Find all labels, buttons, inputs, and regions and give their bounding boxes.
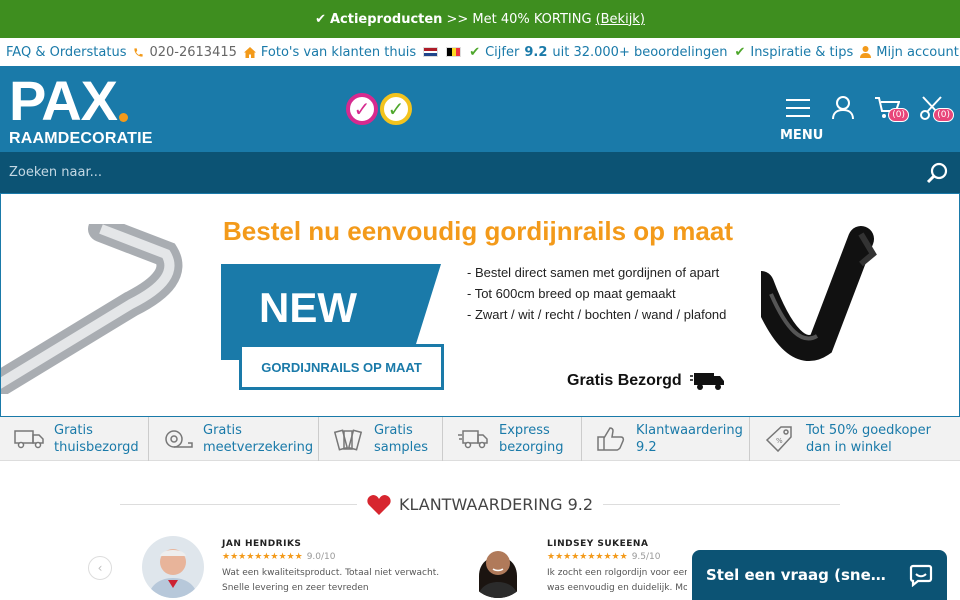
chevron-left-icon: ‹ <box>97 561 103 575</box>
pax-logo[interactable]: PAX RAAMDECORATIE <box>9 73 153 148</box>
thumbs-up-icon <box>596 426 626 452</box>
faq-link[interactable]: FAQ & Orderstatus <box>6 45 126 60</box>
samples-count-badge: (0) <box>933 108 954 122</box>
search-input[interactable] <box>9 165 889 180</box>
user-outline-icon <box>832 96 854 120</box>
inspiration-link[interactable]: ✔ Inspiratie & tips <box>734 45 853 60</box>
usp-item[interactable]: Gratis samples <box>319 417 443 461</box>
usp-item[interactable]: Klantwaardering 9.2 <box>582 417 750 461</box>
review-card: JAN HENDRIKS ★★★★★★★★★★ 9.0/10 Wat een kw… <box>142 536 442 600</box>
flag-nl-icon <box>423 47 439 57</box>
truck-icon <box>14 426 44 452</box>
price-tag-icon: % <box>764 426 796 453</box>
account-button[interactable] <box>829 94 857 122</box>
phone-icon <box>134 47 144 57</box>
usp-item[interactable]: Express bezorging <box>443 417 582 461</box>
promo-strong: Actieproducten <box>329 11 443 27</box>
usp-item[interactable]: % Tot 50% goedkoper dan in winkel <box>750 417 960 461</box>
rail-tag: GORDIJNRAILS OP MAAT <box>239 344 444 390</box>
cart-button[interactable]: (0) <box>873 94 909 122</box>
delivery-truck-icon <box>689 373 724 390</box>
rail-silver-image <box>1 224 183 394</box>
banner-title: Bestel nu eenvoudig gordijnrails op maat <box>223 216 733 246</box>
swatches-icon <box>333 426 364 452</box>
samples-button[interactable]: (0) <box>918 94 954 122</box>
usp-item[interactable]: Gratis thuisbezorgd <box>0 417 149 461</box>
flag-be-icon <box>446 47 462 57</box>
hero-banner[interactable]: Bestel nu eenvoudig gordijnrails op maat… <box>0 193 960 417</box>
free-delivery-note: Gratis Bezorgd <box>567 371 726 391</box>
promo-text: >> Met 40% KORTING <box>446 11 592 27</box>
account-link[interactable]: Mijn account <box>860 45 959 60</box>
customer-photos-link[interactable]: Foto's van klanten thuis <box>243 45 416 60</box>
reviews-heading: KLANTWAARDERING 9.2 <box>120 494 840 515</box>
home-icon <box>243 46 256 58</box>
search-button[interactable] <box>923 159 951 187</box>
rating-link[interactable]: ✔ Cijfer 9.2 uit 32.000+ beoordelingen <box>423 45 727 60</box>
top-links-bar: FAQ & Orderstatus 020-2613415 Foto's van… <box>0 38 960 66</box>
usp-item[interactable]: Gratis meetverzekering <box>149 417 319 461</box>
promo-link[interactable]: (Bekijk) <box>596 12 645 27</box>
heart-icon <box>367 495 391 515</box>
menu-label[interactable]: MENU <box>780 128 823 143</box>
check-icon: ✔ <box>734 44 746 60</box>
site-header: PAX RAAMDECORATIE ✓ ✓ MENU (0) (0) <box>0 66 960 152</box>
quality-badge-icon: ✓ <box>346 93 378 125</box>
menu-button[interactable] <box>784 94 812 122</box>
check-icon: ✔ <box>469 44 481 60</box>
avatar <box>467 536 529 598</box>
promo-bar[interactable]: ✔ Actieproducten >> Met 40% KORTING (Bek… <box>0 0 960 38</box>
rating-stars: ★★★★★★★★★★ 9.0/10 <box>222 552 336 562</box>
svg-text:%: % <box>776 437 783 445</box>
eco-badge-icon: ✓ <box>380 93 412 125</box>
phone-link[interactable]: 020-2613415 <box>133 45 237 60</box>
rail-black-image <box>761 226 877 361</box>
tape-measure-icon <box>163 426 193 452</box>
trust-badges: ✓ ✓ <box>346 93 412 125</box>
user-icon <box>860 46 872 58</box>
avatar <box>142 536 204 598</box>
chat-bubble-icon <box>909 564 933 587</box>
fast-truck-icon <box>457 426 489 452</box>
search-icon <box>926 162 948 183</box>
chat-widget-button[interactable]: Stel een vraag (snel antwoord) <box>692 550 947 600</box>
hamburger-icon <box>786 99 810 117</box>
search-bar <box>0 152 960 193</box>
reviews-prev-button[interactable]: ‹ <box>88 556 112 580</box>
banner-bullets: - Bestel direct samen met gordijnen of a… <box>467 265 727 322</box>
usp-bar: Gratis thuisbezorgd Gratis meetverzekering… <box>0 417 960 461</box>
rating-stars: ★★★★★★★★★★ 9.5/10 <box>547 552 661 562</box>
cart-count-badge: (0) <box>888 108 909 122</box>
check-icon: ✔ <box>315 11 326 27</box>
